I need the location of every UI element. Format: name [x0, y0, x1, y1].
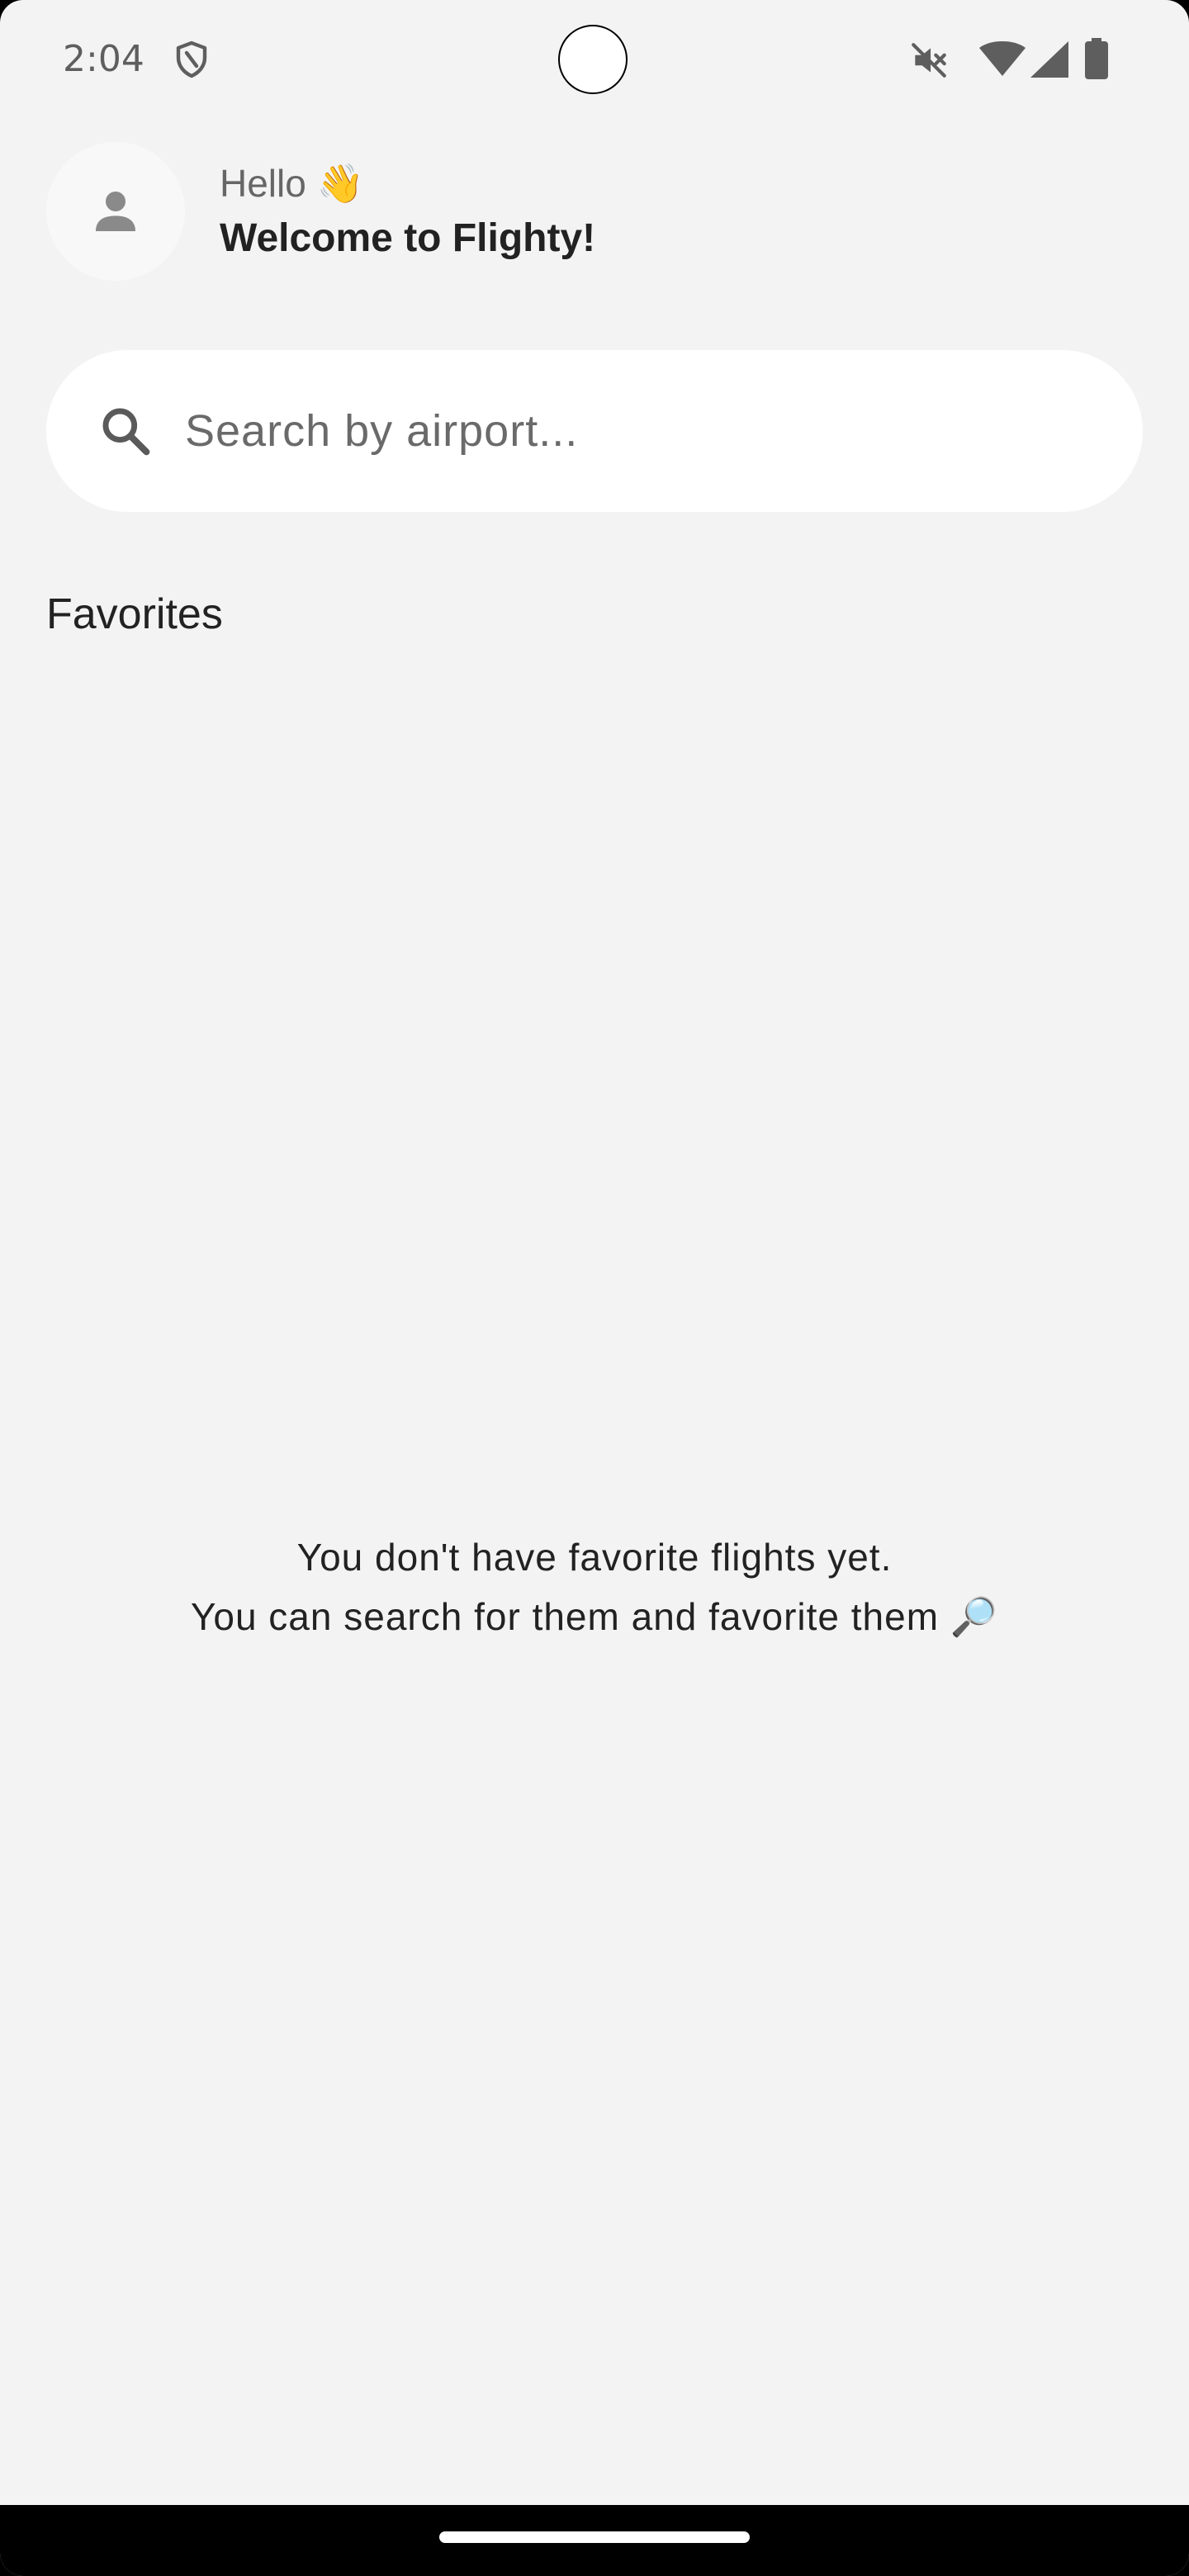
greeting-text: Hello 👋: [220, 162, 364, 205]
system-nav-bar: [0, 2505, 1189, 2576]
status-bar: 2:04: [0, 0, 1189, 116]
search-icon: [102, 408, 150, 456]
status-time: 2:04: [63, 38, 144, 80]
camera-cutout: [558, 25, 628, 94]
favorites-heading: Favorites: [46, 590, 223, 638]
empty-state-line-1: You don't have favorite flights yet.: [296, 1536, 893, 1579]
battery-icon: [1085, 38, 1108, 79]
favorites-empty-state: You don't have favorite flights yet. You…: [0, 1527, 1189, 1646]
wifi-icon: [979, 41, 1026, 76]
app-screen: 2:04 Hello 👋 Welcome to Flighty! Search …: [0, 0, 1189, 2576]
search-input[interactable]: [185, 398, 1093, 464]
avatar[interactable]: [46, 142, 185, 281]
cell-signal-icon: [1030, 41, 1068, 78]
welcome-title: Welcome to Flighty!: [220, 216, 596, 260]
shield-icon: [176, 40, 207, 78]
person-icon: [96, 192, 135, 231]
mute-icon: [912, 43, 946, 78]
search-bar[interactable]: [46, 350, 1143, 512]
empty-state-line-2: You can search for them and favorite the…: [190, 1595, 999, 1638]
home-indicator[interactable]: [439, 2531, 750, 2543]
